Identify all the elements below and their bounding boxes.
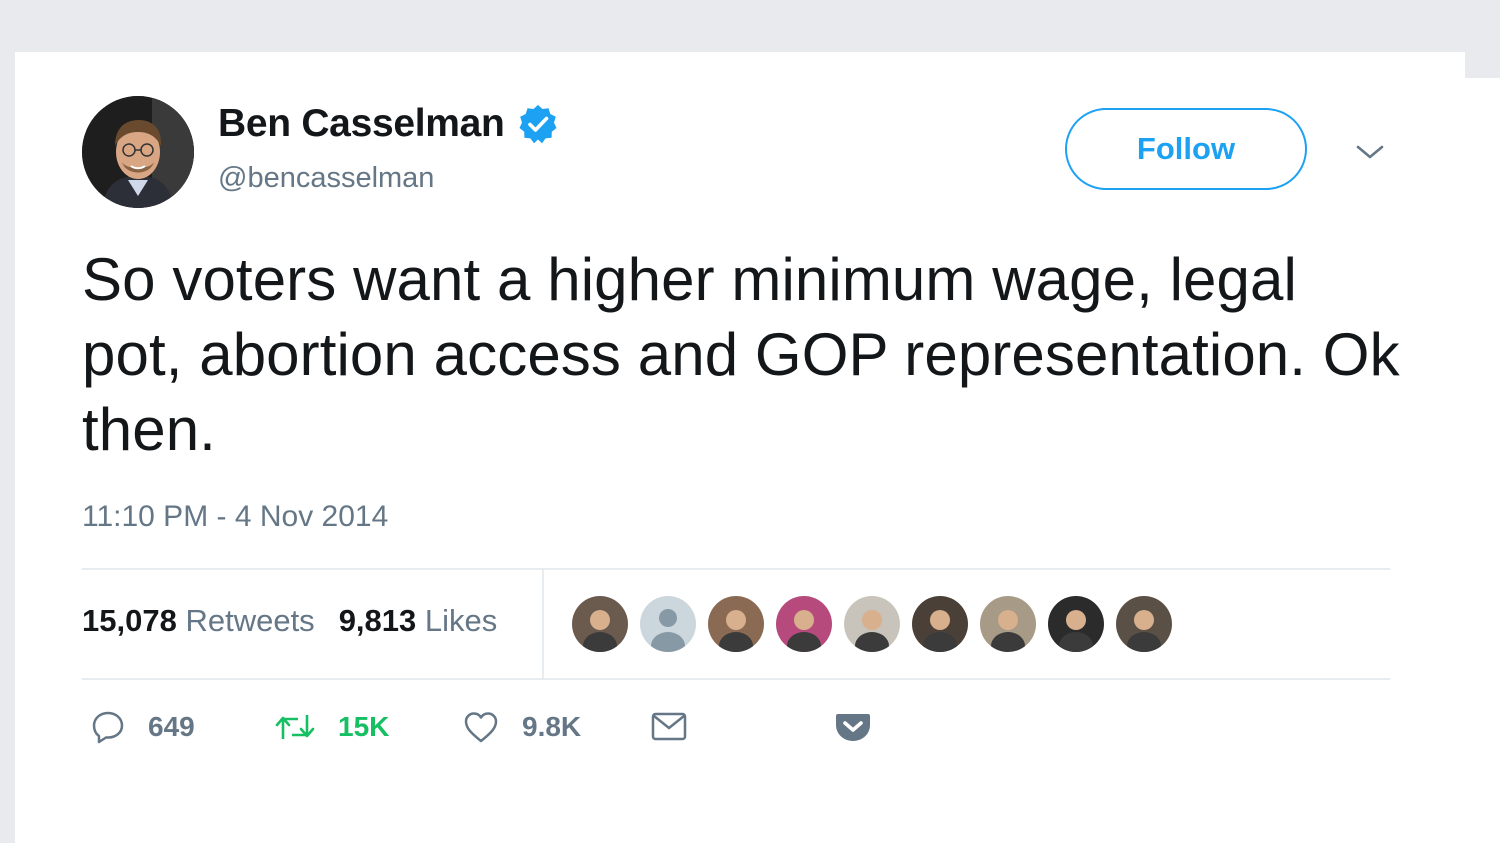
verified-badge-icon (517, 103, 559, 145)
divider-bottom (82, 678, 1390, 680)
tweet-timestamp[interactable]: 11:10 PM - 4 Nov 2014 (82, 500, 388, 534)
divider-top (82, 568, 1390, 570)
stats-divider (542, 570, 544, 680)
liker-avatar[interactable] (912, 596, 968, 652)
follow-button[interactable]: Follow (1065, 108, 1307, 190)
direct-message-action[interactable] (650, 709, 688, 745)
avatar[interactable] (82, 96, 194, 208)
retweets-stat[interactable]: 15,078 Retweets (82, 603, 315, 639)
reply-icon (90, 709, 126, 745)
tweet-actions: 649 15K 9.8K (82, 709, 982, 759)
retweet-action[interactable]: 15K (274, 709, 389, 745)
liker-avatar[interactable] (980, 596, 1036, 652)
tweet-stats: 15,078 Retweets 9,813 Likes (82, 603, 497, 639)
retweets-count: 15,078 (82, 603, 177, 638)
liker-avatar[interactable] (1116, 596, 1172, 652)
reply-count: 649 (148, 711, 195, 742)
liker-avatar[interactable] (776, 596, 832, 652)
handle[interactable]: @bencasselman (218, 162, 434, 195)
tweet-card: Ben Casselman @bencasselman Follow So vo… (15, 52, 1465, 843)
liker-avatar[interactable] (1048, 596, 1104, 652)
likes-count: 9,813 (338, 603, 417, 638)
pocket-action[interactable] (834, 709, 872, 745)
like-count: 9.8K (522, 711, 582, 742)
liker-avatar[interactable] (708, 596, 764, 652)
envelope-icon (650, 709, 688, 745)
liker-avatars (572, 596, 1172, 652)
liker-avatar[interactable] (640, 596, 696, 652)
retweets-label: Retweets (185, 603, 315, 638)
author-name-row: Ben Casselman (218, 102, 559, 146)
top-background (0, 0, 1500, 52)
display-name[interactable]: Ben Casselman (218, 102, 505, 146)
heart-icon (462, 709, 500, 745)
chevron-down-icon[interactable] (1355, 142, 1385, 162)
retweet-icon (274, 709, 316, 745)
like-action[interactable]: 9.8K (462, 709, 581, 745)
tweet-text: So voters want a higher minimum wage, le… (82, 246, 1400, 463)
retweet-count: 15K (338, 711, 390, 742)
likes-label: Likes (424, 603, 498, 638)
liker-avatar[interactable] (844, 596, 900, 652)
reply-action[interactable]: 649 (90, 709, 195, 745)
pocket-icon (834, 709, 872, 745)
liker-avatar[interactable] (572, 596, 628, 652)
likes-stat[interactable]: 9,813 Likes (339, 603, 498, 639)
right-background (1465, 78, 1500, 843)
